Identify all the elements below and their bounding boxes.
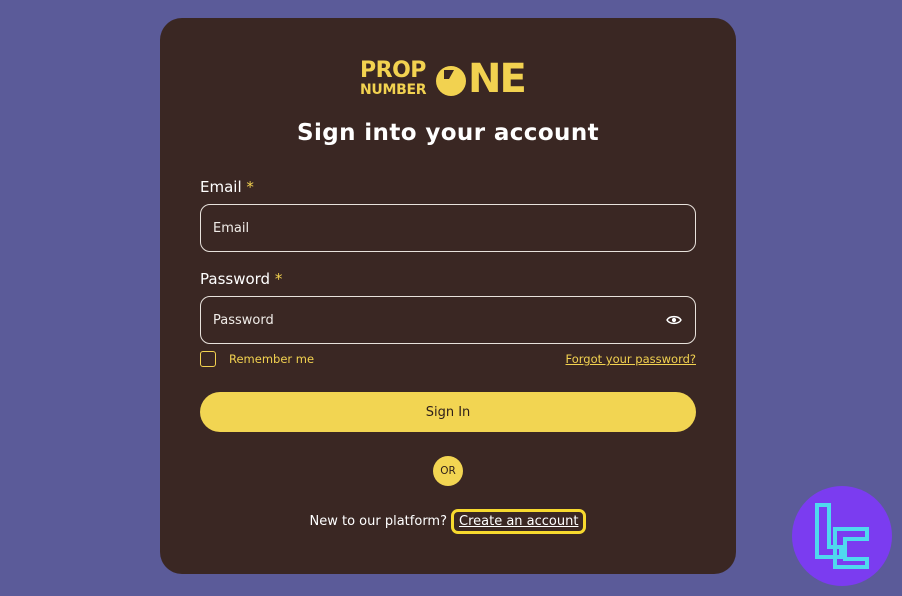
create-account-link[interactable]: Create an account <box>451 509 587 534</box>
or-divider: OR <box>433 456 463 486</box>
required-mark: * <box>274 270 283 288</box>
login-card: PROP NUMBER NE Sign into your account Em… <box>160 18 736 574</box>
password-label: Password * <box>200 270 283 288</box>
password-field-wrapper <box>200 296 696 344</box>
remember-me[interactable]: Remember me <box>200 351 314 367</box>
email-field[interactable] <box>213 220 683 236</box>
tc-logo-icon <box>792 486 892 586</box>
signup-row: New to our platform? Create an account <box>160 509 736 534</box>
logo-text-number: NUMBER <box>360 82 427 98</box>
email-label: Email * <box>200 178 254 196</box>
password-field[interactable] <box>213 312 665 328</box>
forgot-password-link[interactable]: Forgot your password? <box>566 352 696 366</box>
brand-logo: PROP NUMBER NE <box>360 56 540 104</box>
email-field-wrapper <box>200 204 696 252</box>
logo-text-ne: NE <box>468 56 527 102</box>
required-mark: * <box>246 178 254 196</box>
eye-icon[interactable] <box>665 311 683 329</box>
logo-o-mark-icon <box>436 66 466 96</box>
signup-prompt: New to our platform? <box>309 514 447 529</box>
logo-text-prop: PROP <box>360 58 426 83</box>
page-title: Sign into your account <box>296 120 599 146</box>
remember-label: Remember me <box>229 352 315 366</box>
remember-checkbox[interactable] <box>200 351 216 367</box>
sign-in-button[interactable]: Sign In <box>200 392 696 432</box>
